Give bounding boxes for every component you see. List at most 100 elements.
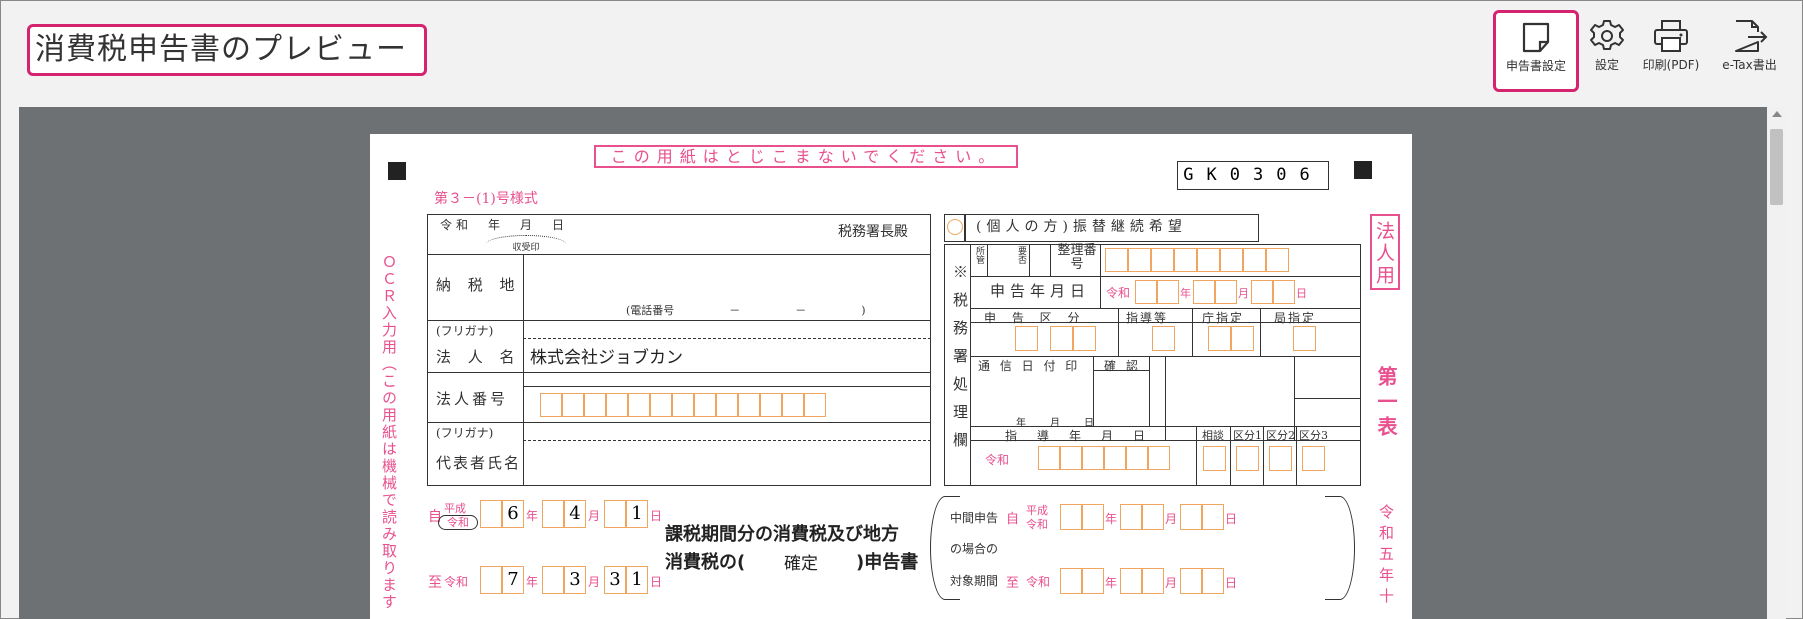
address-label: 納 税 地 <box>436 276 521 294</box>
kubun1-label: 区分1 <box>1233 429 1262 442</box>
input-cell <box>1082 568 1104 594</box>
rep-name-label: 代表者氏名 <box>436 454 522 472</box>
receipt-stamp: 収受印 <box>486 235 566 253</box>
input-cell <box>1180 568 1202 594</box>
input-cell <box>1197 248 1220 272</box>
date-unit: 月 <box>1165 576 1178 590</box>
to-day-cell-2: 1 <box>626 566 648 594</box>
to-month-unit: 月 <box>588 575 601 589</box>
kubun2-label: 区分2 <box>1266 429 1295 442</box>
viewer-scrollbar[interactable] <box>1767 107 1786 619</box>
input-cell <box>1148 446 1170 470</box>
kyoku-shitei-label: 局指定 <box>1274 311 1317 325</box>
input-cell <box>1060 446 1082 470</box>
input-cell <box>1142 504 1164 530</box>
input-cell <box>1060 504 1082 530</box>
input-cell <box>1215 280 1237 304</box>
interim-label-1: 中間申告 <box>950 511 999 525</box>
from-year-unit: 年 <box>526 509 539 523</box>
input-cell <box>1135 280 1157 304</box>
to-year-unit: 年 <box>526 575 539 589</box>
to-month-cell: 3 <box>564 566 586 594</box>
furigana-label: (フリガナ) <box>436 324 494 338</box>
form-title-line2a: 消費税の( <box>665 552 746 573</box>
input-cell <box>1142 568 1164 594</box>
corp-use-label: 法人用 <box>1370 214 1400 290</box>
date-unit: 月 <box>1238 287 1249 300</box>
input-cell <box>1082 446 1104 470</box>
form-title-kind: 確定 <box>784 554 818 574</box>
interim-reiwa: 令和 <box>1026 518 1048 531</box>
input-cell <box>1126 446 1148 470</box>
printer-icon <box>1654 20 1688 52</box>
from-month-unit: 月 <box>588 509 601 523</box>
shido-ymd-label: 指 導 年 月 日 <box>1005 429 1150 443</box>
form-number: 第３－(1)号様式 <box>434 191 538 207</box>
input-cell <box>1193 280 1215 304</box>
interim-label-3: 対象期間 <box>950 574 999 588</box>
date-unit: 日 <box>1225 512 1238 526</box>
input-cell <box>584 393 606 417</box>
print-pdf-button[interactable]: 印刷(PDF) <box>1636 10 1706 92</box>
input-cell <box>672 393 694 417</box>
date-unit: 月 <box>1165 512 1178 526</box>
print-pdf-label: 印刷(PDF) <box>1642 58 1700 72</box>
corp-name-label: 法 人 名 <box>436 348 521 366</box>
period-to-label: 至 <box>428 575 442 591</box>
period-to-era: 令和 <box>444 575 469 589</box>
date-unit: 年 <box>1105 576 1118 590</box>
interim-label-2: の場合の <box>950 542 999 556</box>
tax-form-page: この用紙はとじこまないでください。 GK0306 第３－(1)号様式 ＯＣＲ入力… <box>370 134 1412 619</box>
input-cell <box>1180 504 1202 530</box>
from-year-cell: 6 <box>502 500 524 528</box>
input-cell <box>1151 248 1174 272</box>
settings-button[interactable]: 設定 <box>1583 10 1631 92</box>
gear-icon <box>1590 20 1624 50</box>
to-day-cell-1: 3 <box>604 566 626 594</box>
input-cell <box>1128 248 1151 272</box>
date-unit: 日 <box>1225 576 1238 590</box>
input-cell <box>1243 248 1266 272</box>
scroll-thumb[interactable] <box>1770 129 1783 205</box>
input-cell <box>1120 504 1142 530</box>
shinkoku-kubun-label: 申 告 区 分 <box>984 311 1086 325</box>
reiwa-label: 令和 <box>1106 286 1131 300</box>
notice-box: この用紙はとじこまないでください。 <box>594 145 1018 168</box>
from-day-cell: 1 <box>626 500 648 528</box>
ocr-notice-vertical: ＯＣＲ入力用（この用紙は機械で読み取ります <box>380 254 398 611</box>
input-cell <box>1120 568 1142 594</box>
export-icon <box>1734 20 1767 52</box>
interim-from: 自 <box>1006 512 1020 527</box>
input-cell <box>1251 280 1273 304</box>
input-cell <box>1157 280 1179 304</box>
from-day-unit: 日 <box>650 509 663 523</box>
shinkoku-date-label: 申告年月日 <box>990 282 1091 300</box>
yohi-label: 要否 <box>1016 246 1026 264</box>
form-settings-button[interactable]: 申告書設定 <box>1493 10 1579 92</box>
input-cell <box>1104 446 1126 470</box>
rep-furigana-label: (フリガナ) <box>436 426 494 440</box>
input-cell <box>1038 446 1060 470</box>
kubun3-label: 区分3 <box>1299 429 1328 442</box>
form-title-line2b: )申告書 <box>856 552 919 573</box>
input-cell <box>650 393 672 417</box>
shido-reiwa: 令和 <box>985 453 1010 467</box>
corner-marker <box>1354 161 1372 179</box>
input-cell <box>760 393 782 417</box>
page-title: 消費税申告書のプレビュー <box>27 24 427 76</box>
input-cell <box>804 393 826 417</box>
transfer-label: (個人の方)振替継続希望 <box>965 214 1259 242</box>
from-month-cell: 4 <box>564 500 586 528</box>
cho-shitei-label: 庁指定 <box>1202 311 1245 325</box>
input-cell <box>782 393 804 417</box>
corp-name-value: 株式会社ジョブカン <box>530 348 683 368</box>
interim-to-reiwa: 令和 <box>1026 575 1051 589</box>
input-cell <box>1202 504 1224 530</box>
input-cell <box>628 393 650 417</box>
period-from-era-heisei: 平成 <box>444 502 466 515</box>
input-cell <box>1202 568 1224 594</box>
etax-export-button[interactable]: e-Tax書出 <box>1712 10 1787 92</box>
kakunin-label: 確 認 <box>1104 359 1141 373</box>
input-cell <box>694 393 716 417</box>
scroll-up-icon[interactable] <box>1772 111 1782 117</box>
